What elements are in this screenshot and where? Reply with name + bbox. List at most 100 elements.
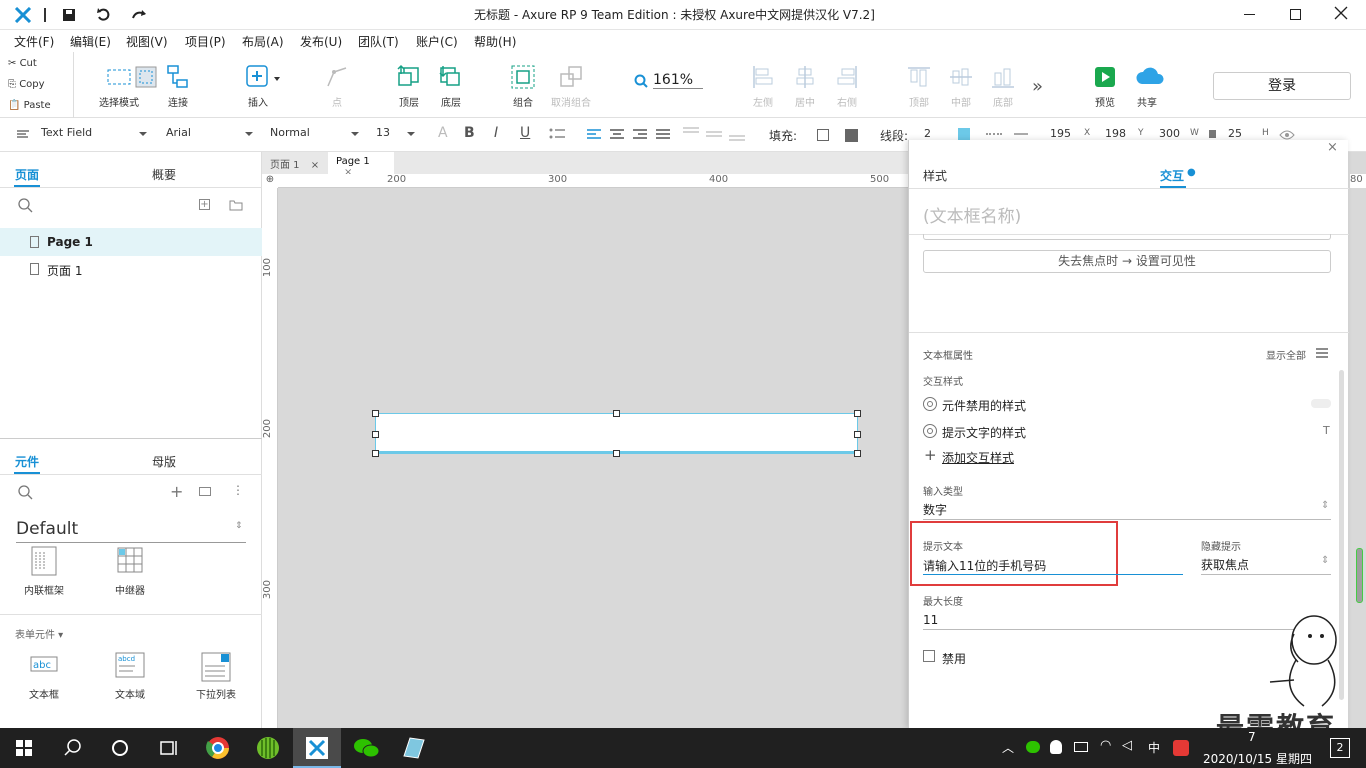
widget-name-input[interactable]: (文本框名称)	[923, 202, 1021, 227]
paste-button[interactable]: 📋 Paste	[8, 100, 51, 111]
point-button[interactable]: 点	[312, 64, 362, 109]
list-item-page-1[interactable]: Page 1	[0, 228, 262, 256]
hint-text-input[interactable]: 请输入11位的手机号码	[923, 557, 1046, 574]
show-all-link[interactable]: 显示全部	[1266, 347, 1306, 362]
search-icon[interactable]	[18, 485, 34, 501]
resize-handle[interactable]	[854, 410, 861, 417]
tray-chevron-icon[interactable]: ︿	[1002, 739, 1014, 756]
notification-badge[interactable]: 2	[1330, 738, 1350, 758]
font-color-icon[interactable]: A	[438, 125, 448, 141]
task-view-icon[interactable]	[144, 728, 192, 768]
ungroup-button[interactable]: 取消组合	[546, 64, 596, 109]
add-folder-icon[interactable]	[229, 200, 243, 211]
line-width-input[interactable]: 2	[924, 127, 931, 140]
x-position-input[interactable]: 195	[1050, 127, 1071, 140]
share-button[interactable]: 共享	[1122, 64, 1172, 109]
fill-color-swatch[interactable]	[817, 129, 829, 141]
tray-battery-icon[interactable]	[1074, 742, 1088, 752]
underline-icon[interactable]: U	[520, 125, 530, 141]
line-color-swatch[interactable]	[958, 128, 970, 140]
align-text-center-icon[interactable]	[609, 128, 625, 140]
italic-icon[interactable]: I	[494, 125, 498, 141]
menu-account[interactable]: 账户(C)	[416, 33, 458, 50]
save-icon[interactable]	[62, 8, 76, 22]
widget-type-select[interactable]: Text Field	[41, 126, 92, 139]
tray-sogou-icon[interactable]	[1173, 740, 1189, 756]
disabled-style-item[interactable]: 元件禁用的样式	[942, 397, 1026, 414]
input-type-select[interactable]: 数字	[923, 501, 947, 518]
height-input[interactable]: 25	[1228, 127, 1242, 140]
max-length-input[interactable]: 11	[923, 613, 938, 627]
wechat-icon[interactable]	[342, 728, 390, 768]
list-icon[interactable]	[548, 126, 566, 142]
form-widgets-section-title[interactable]: 表单元件 ▾	[15, 626, 63, 641]
scroll-indicator[interactable]	[1356, 548, 1363, 603]
tab-outline[interactable]: 概要	[152, 166, 176, 183]
menu-file[interactable]: 文件(F)	[14, 33, 54, 50]
search-icon[interactable]	[18, 198, 34, 214]
copy-button[interactable]: ⎘ Copy	[8, 79, 45, 90]
page-tab[interactable]: 页面 1 ×	[262, 152, 328, 174]
menu-project[interactable]: 项目(P)	[185, 33, 226, 50]
tab-pages[interactable]: 页面	[15, 166, 39, 183]
event-action-row[interactable]: 失去焦点时 → 设置可见性	[923, 250, 1331, 273]
cut-button[interactable]: ✂ Cut	[8, 58, 37, 69]
align-right-button[interactable]: 右侧	[822, 64, 872, 109]
disabled-checkbox[interactable]	[923, 650, 935, 662]
tray-qq-icon[interactable]	[1050, 740, 1062, 754]
tab-masters[interactable]: 母版	[152, 453, 176, 470]
widget-inline-frame[interactable]: 内联框架	[14, 546, 74, 597]
resize-handle[interactable]	[372, 410, 379, 417]
tab-interactions[interactable]: 交互	[1160, 167, 1184, 184]
y-position-input[interactable]: 198	[1105, 127, 1126, 140]
login-button[interactable]: 登录	[1213, 72, 1351, 100]
hint-style-item[interactable]: 提示文字的样式	[942, 424, 1026, 441]
width-input[interactable]: 300	[1159, 127, 1180, 140]
tray-wechat-icon[interactable]	[1026, 741, 1040, 753]
select-mode-button[interactable]: 选择模式	[94, 64, 157, 109]
event-row-partial[interactable]	[923, 234, 1331, 240]
menu-team[interactable]: 团队(T)	[358, 33, 399, 50]
clock-date[interactable]: 2020/10/15 星期四	[1203, 750, 1312, 767]
menu-edit[interactable]: 编辑(E)	[70, 33, 111, 50]
align-text-justify-icon[interactable]	[655, 128, 671, 140]
menu-publish[interactable]: 发布(U)	[300, 33, 342, 50]
page-tab-active[interactable]: Page 1 ×	[328, 152, 394, 178]
valign-middle-icon[interactable]	[705, 126, 723, 142]
selected-text-field-widget[interactable]	[375, 413, 858, 454]
hide-hint-select[interactable]: 获取焦点	[1201, 556, 1249, 573]
maximize-button[interactable]	[1290, 9, 1301, 20]
zoom-level-input[interactable]: 161%	[653, 72, 703, 89]
font-size-select[interactable]: 13	[376, 126, 390, 139]
library-manage-icon[interactable]	[199, 487, 211, 496]
clock-time[interactable]: 7	[1248, 730, 1256, 744]
search-icon[interactable]	[48, 728, 96, 768]
resize-handle[interactable]	[854, 450, 861, 457]
widget-repeater[interactable]: 中继器	[100, 546, 160, 597]
valign-bottom-icon[interactable]	[728, 126, 746, 142]
group-button[interactable]: 组合	[498, 64, 548, 109]
resize-handle[interactable]	[854, 431, 861, 438]
add-library-icon[interactable]: +	[170, 482, 183, 501]
tab-style[interactable]: 样式	[923, 167, 947, 184]
line-style-icon[interactable]	[986, 133, 1002, 135]
align-bottom-button[interactable]: 底部	[978, 64, 1028, 109]
widget-dropdown-list[interactable]: 下拉列表	[186, 652, 246, 701]
resize-handle[interactable]	[372, 450, 379, 457]
ime-indicator[interactable]: 中	[1148, 739, 1160, 756]
widget-text-area[interactable]: abcd 文本域	[100, 652, 160, 701]
app-notebook-icon[interactable]	[390, 728, 438, 768]
shadow-swatch[interactable]	[845, 129, 858, 142]
more-tools-icon[interactable]: »	[1032, 76, 1043, 97]
list-item-page-2[interactable]: 页面 1	[0, 256, 262, 282]
lock-ratio-icon[interactable]	[1209, 130, 1216, 138]
menu-icon[interactable]	[1316, 348, 1328, 358]
chrome-icon[interactable]	[194, 728, 242, 768]
more-options-icon[interactable]: ⋮	[232, 483, 244, 497]
bottom-layer-button[interactable]: 底层	[426, 64, 476, 109]
valign-top-icon[interactable]	[682, 126, 700, 142]
close-icon[interactable]: ×	[311, 160, 319, 171]
align-text-right-icon[interactable]	[632, 128, 648, 140]
menu-arrange[interactable]: 布局(A)	[242, 33, 284, 50]
font-weight-select[interactable]: Normal	[270, 126, 310, 139]
